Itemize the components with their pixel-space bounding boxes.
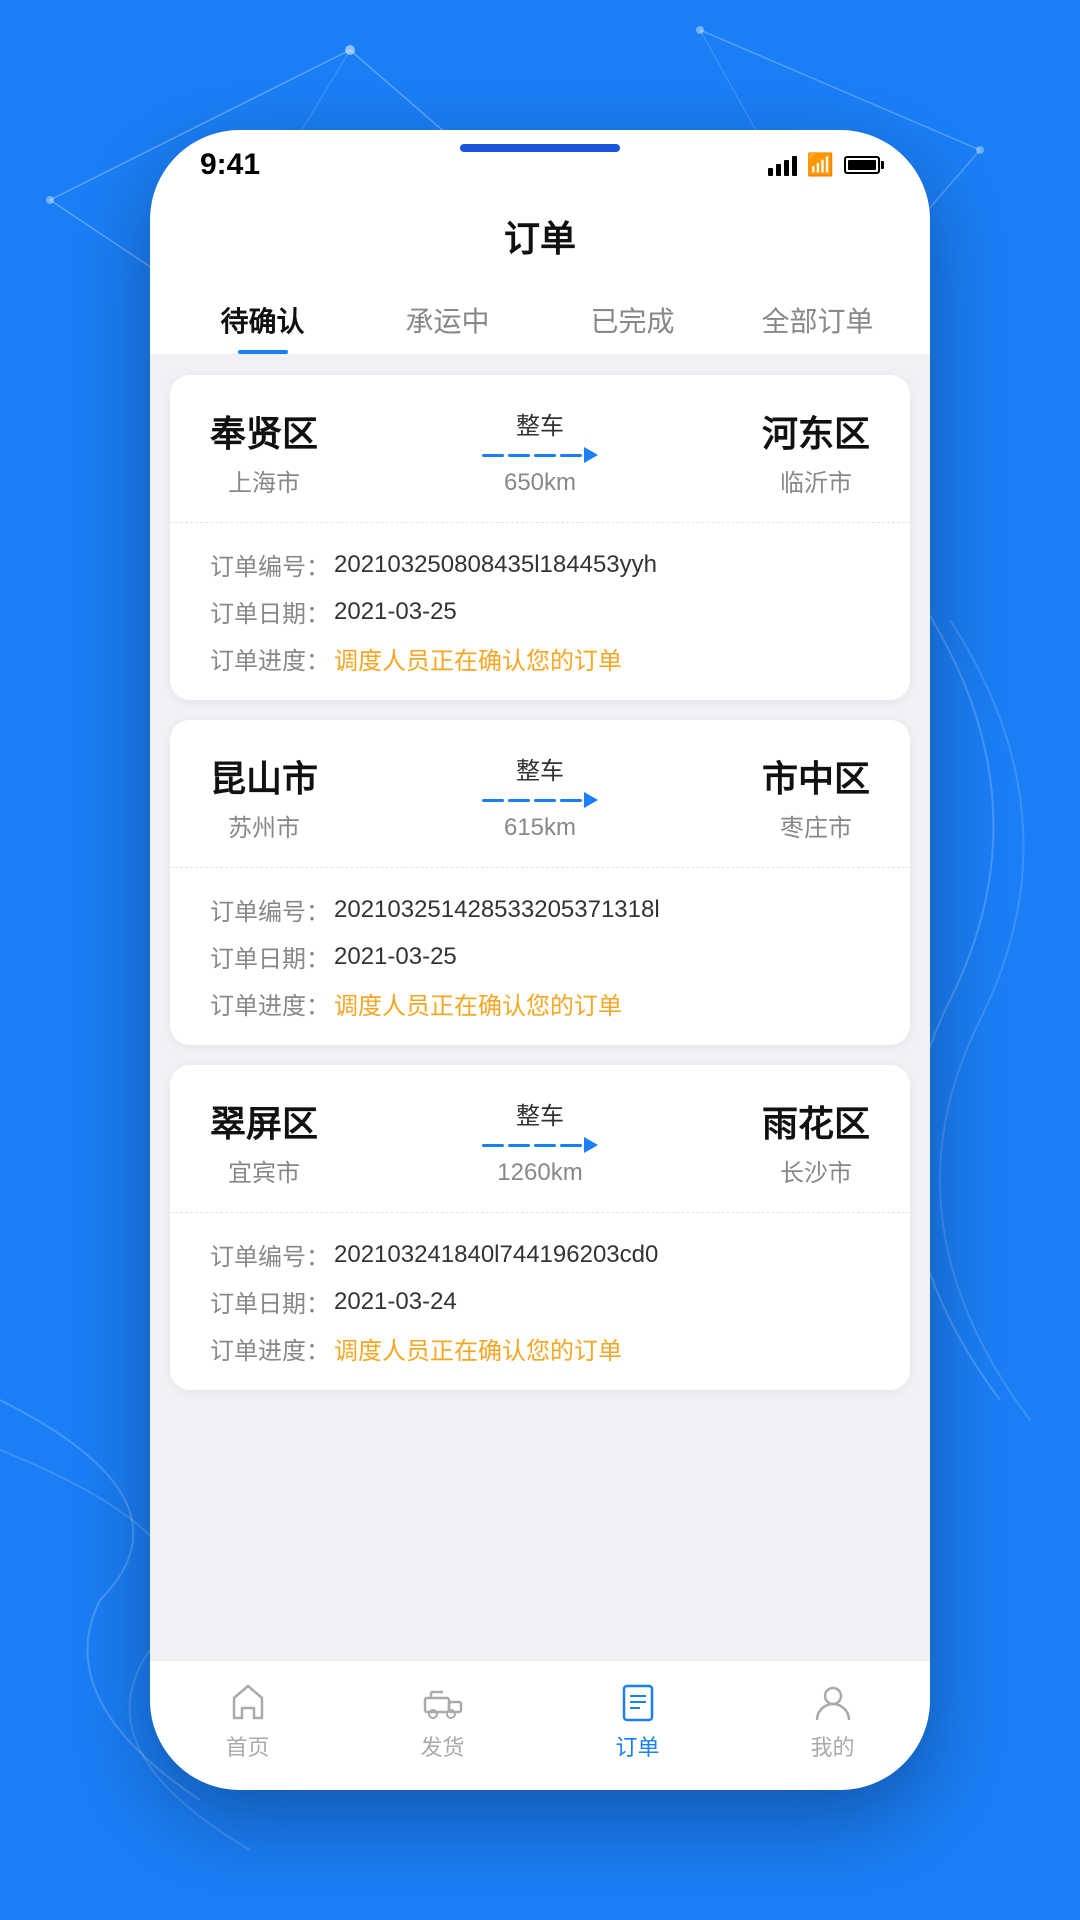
- order-1-origin-city: 奉贤区: [210, 405, 318, 457]
- wifi-icon: 📶: [807, 152, 834, 178]
- nav-label-home: 首页: [225, 1730, 269, 1762]
- order-3-origin-district: 宜宾市: [228, 1153, 300, 1188]
- nav-label-order: 订单: [615, 1730, 659, 1762]
- order-3-dest: 雨花区 长沙市: [762, 1095, 870, 1188]
- order-1-no-row: 订单编号： 202103250808435l184453yyh: [210, 547, 870, 582]
- order-2-arrow: [482, 792, 598, 808]
- page-title: 订单: [150, 210, 930, 262]
- order-2-route: 昆山市 苏州市 整车: [170, 720, 910, 868]
- order-3-route-middle: 整车 1260km: [318, 1096, 762, 1187]
- screen: 9:41 📶 订单 待确认 承运中 已完成 全部订单: [150, 130, 930, 1790]
- order-3-dest-district: 长沙市: [780, 1153, 852, 1188]
- order-icon: [616, 1680, 660, 1724]
- order-3-route: 翠屏区 宜宾市 整车: [170, 1065, 910, 1213]
- order-2-distance: 615km: [504, 814, 576, 842]
- order-2-dest: 市中区 枣庄市: [762, 750, 870, 843]
- order-1-detail: 订单编号： 202103250808435l184453yyh 订单日期： 20…: [170, 523, 910, 700]
- order-3-date-row: 订单日期： 2021-03-24: [210, 1284, 870, 1319]
- battery-icon: [844, 156, 880, 174]
- order-2-date-row: 订单日期： 2021-03-25: [210, 939, 870, 974]
- tab-all[interactable]: 全部订单: [725, 282, 910, 354]
- order-3-origin: 翠屏区 宜宾市: [210, 1095, 318, 1188]
- signal-icon: [768, 154, 797, 176]
- order-2-route-type: 整车: [516, 751, 564, 786]
- order-card-3[interactable]: 翠屏区 宜宾市 整车: [170, 1065, 910, 1390]
- order-1-route-middle: 整车 650km: [318, 406, 762, 497]
- order-3-dest-city: 雨花区: [762, 1095, 870, 1147]
- order-2-no-row: 订单编号： 202103251428533205371318l: [210, 892, 870, 927]
- order-1-route-type: 整车: [516, 406, 564, 441]
- nav-label-profile: 我的: [810, 1730, 854, 1762]
- nav-item-home[interactable]: 首页: [150, 1680, 345, 1762]
- tab-pending[interactable]: 待确认: [170, 282, 355, 354]
- order-3-arrow: [482, 1137, 598, 1153]
- nav-item-profile[interactable]: 我的: [735, 1680, 930, 1762]
- status-bar: 9:41 📶: [150, 130, 930, 200]
- app-header: 订单: [150, 200, 930, 282]
- order-2-route-middle: 整车 615km: [318, 751, 762, 842]
- order-2-origin: 昆山市 苏州市: [210, 750, 318, 843]
- tab-completed[interactable]: 已完成: [540, 282, 725, 354]
- nav-label-ship: 发货: [420, 1730, 464, 1762]
- order-1-arrow: [482, 447, 598, 463]
- order-1-origin-district: 上海市: [228, 463, 300, 498]
- profile-icon: [811, 1680, 855, 1724]
- home-icon: [226, 1680, 270, 1724]
- tab-shipping[interactable]: 承运中: [355, 282, 540, 354]
- nav-item-order[interactable]: 订单: [540, 1680, 735, 1762]
- order-2-dest-city: 市中区: [762, 750, 870, 802]
- order-1-date-row: 订单日期： 2021-03-25: [210, 594, 870, 629]
- order-3-route-type: 整车: [516, 1096, 564, 1131]
- order-card-2[interactable]: 昆山市 苏州市 整车: [170, 720, 910, 1045]
- order-2-detail: 订单编号： 202103251428533205371318l 订单日期： 20…: [170, 868, 910, 1045]
- order-1-distance: 650km: [504, 469, 576, 497]
- order-1-dest-district: 临沂市: [780, 463, 852, 498]
- status-time: 9:41: [200, 148, 260, 182]
- order-3-progress-row: 订单进度： 调度人员正在确认您的订单: [210, 1331, 870, 1366]
- order-2-origin-city: 昆山市: [210, 750, 318, 802]
- order-card-1[interactable]: 奉贤区 上海市 整车: [170, 375, 910, 700]
- order-3-origin-city: 翠屏区: [210, 1095, 318, 1147]
- order-3-distance: 1260km: [497, 1159, 582, 1187]
- order-3-no-row: 订单编号： 202103241840l744196203cd0: [210, 1237, 870, 1272]
- order-2-origin-district: 苏州市: [228, 808, 300, 843]
- order-1-route: 奉贤区 上海市 整车: [170, 375, 910, 523]
- status-icons: 📶: [768, 152, 880, 178]
- order-list: 奉贤区 上海市 整车: [150, 355, 930, 1660]
- order-3-detail: 订单编号： 202103241840l744196203cd0 订单日期： 20…: [170, 1213, 910, 1390]
- ship-icon: [421, 1680, 465, 1724]
- order-2-progress-row: 订单进度： 调度人员正在确认您的订单: [210, 986, 870, 1021]
- order-1-dest-city: 河东区: [762, 405, 870, 457]
- tabs-bar: 待确认 承运中 已完成 全部订单: [150, 282, 930, 355]
- order-1-progress-row: 订单进度： 调度人员正在确认您的订单: [210, 641, 870, 676]
- order-1-origin: 奉贤区 上海市: [210, 405, 318, 498]
- top-indicator: [460, 144, 620, 152]
- order-2-dest-district: 枣庄市: [780, 808, 852, 843]
- phone-frame: 9:41 📶 订单 待确认 承运中 已完成 全部订单: [150, 130, 930, 1790]
- bottom-nav: 首页 发货: [150, 1660, 930, 1790]
- nav-item-ship[interactable]: 发货: [345, 1680, 540, 1762]
- order-1-dest: 河东区 临沂市: [762, 405, 870, 498]
